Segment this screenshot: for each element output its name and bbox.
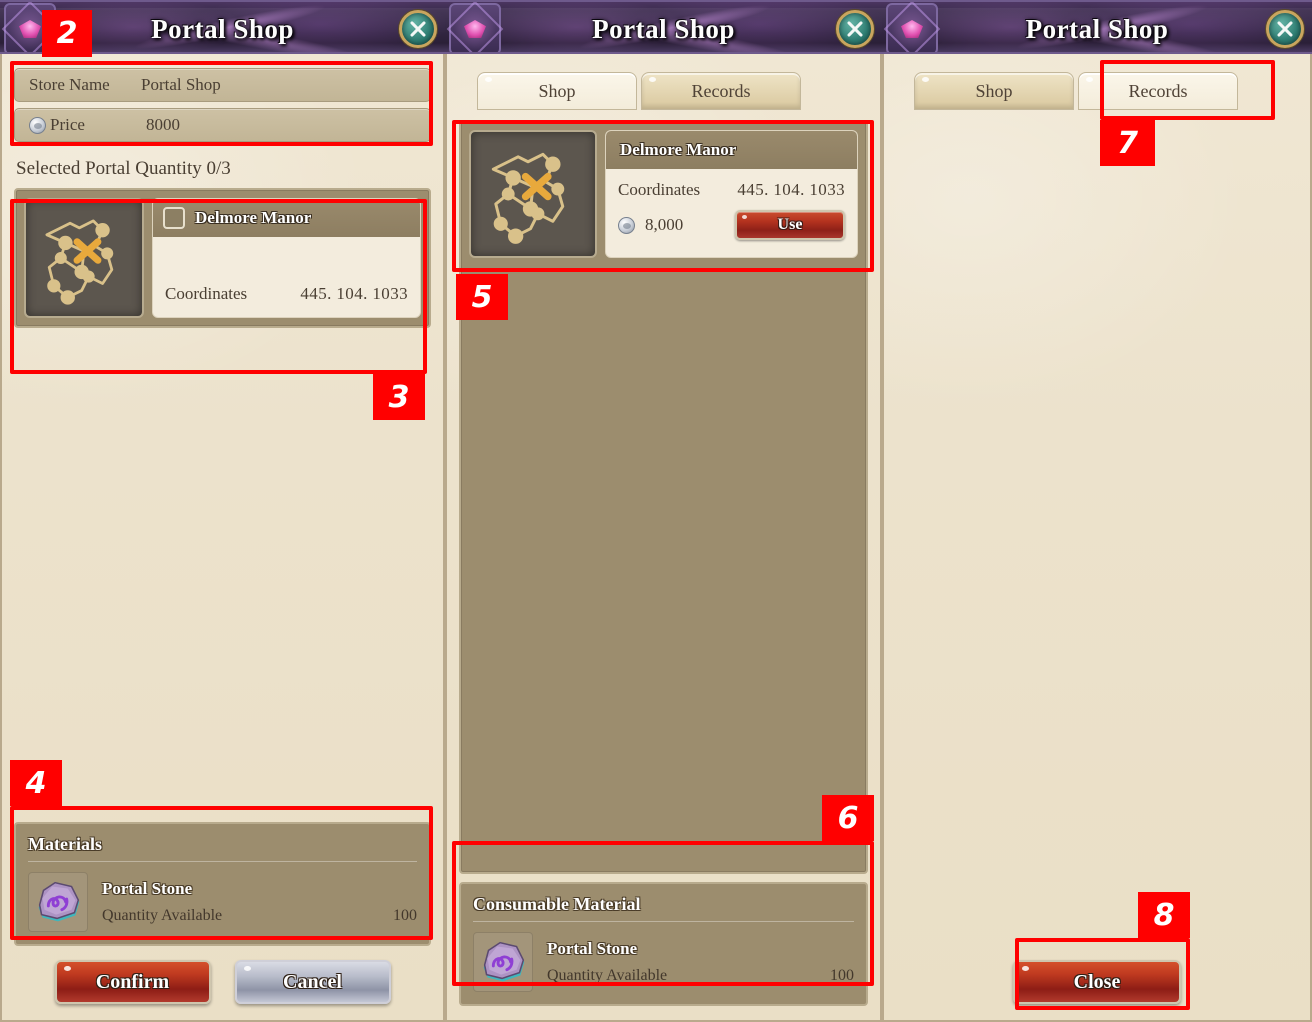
info-row-price: Price 8000 [14, 108, 431, 142]
portal-list-box: Delmore Manor Coordinates 445. 104. 1033… [459, 120, 868, 874]
list-item[interactable]: Delmore Manor Coordinates 445. 104. 1033… [469, 130, 858, 258]
window-body: Shop Records Delmore Manor Coordinates 4… [445, 54, 882, 1022]
footer-buttons: Confirm Cancel [14, 946, 431, 1020]
quantity-value: 100 [393, 907, 417, 924]
cancel-button[interactable]: Cancel [234, 960, 391, 1004]
material-name: Portal Stone [547, 939, 638, 958]
entry-header: Delmore Manor [153, 199, 420, 237]
close-icon[interactable] [836, 10, 874, 48]
info-label: Store Name [29, 75, 110, 94]
confirm-button[interactable]: Confirm [54, 960, 211, 1004]
page-title: Portal Shop [592, 13, 735, 44]
portal-name: Delmore Manor [620, 140, 737, 159]
portal-checkbox[interactable] [163, 207, 185, 229]
coordinates-label: Coordinates [165, 284, 248, 303]
close-button[interactable]: Close [1013, 960, 1181, 1004]
close-icon[interactable] [399, 10, 437, 48]
map-thumbnail-icon [469, 130, 597, 258]
material-quantity-row: Quantity Available 100 [547, 959, 854, 985]
titlebar: Portal Shop [445, 0, 882, 54]
info-label: Price [50, 115, 85, 134]
list-item[interactable]: Delmore Manor Coordinates 445. 104. 1033 [24, 198, 421, 318]
portal-name: Delmore Manor [195, 208, 312, 227]
material-item[interactable]: Portal Stone Quantity Available 100 [28, 862, 417, 932]
quantity-value: 100 [830, 967, 854, 984]
window-portal-shop-list: Portal Shop Shop Records Delmore Manor C… [445, 0, 882, 1022]
map-thumbnail-icon [24, 198, 144, 318]
material-name: Portal Stone [102, 879, 193, 898]
use-button[interactable]: Use [735, 210, 845, 240]
currency-coin-icon [29, 116, 46, 134]
page-title: Portal Shop [1025, 13, 1169, 44]
window-portal-shop-records: Portal Shop Shop Records Close [882, 0, 1312, 1022]
tab-bar: Shop Records [914, 72, 1298, 110]
entry-rows: Coordinates 445. 104. 1033 8,000 Use [606, 169, 857, 257]
close-icon[interactable] [1266, 10, 1304, 48]
portal-stone-icon [28, 872, 88, 932]
materials-box: Materials Portal Stone Quantity Availabl… [14, 822, 431, 946]
titlebar: Portal Shop [882, 0, 1312, 54]
titlebar: Portal Shop [0, 0, 445, 54]
info-value: 8000 [146, 115, 180, 134]
materials-title: Materials [28, 832, 417, 862]
consumable-material-box: Consumable Material Portal Stone Quantit… [459, 882, 868, 1006]
records-empty-area [896, 120, 1298, 946]
page-title: Portal Shop [151, 13, 294, 44]
portal-stone-icon [473, 932, 533, 992]
material-text: Portal Stone Quantity Available 100 [102, 879, 417, 925]
entry-rows: Coordinates 445. 104. 1033 [153, 237, 420, 317]
material-text: Portal Stone Quantity Available 100 [547, 939, 854, 985]
window-portal-shop-buy: Portal Shop Store Name Portal Shop Price… [0, 0, 445, 1022]
tab-bar: Shop Records [477, 72, 868, 110]
price-value: 8,000 [645, 215, 684, 234]
tab-shop[interactable]: Shop [914, 72, 1074, 110]
window-body: Shop Records Close [882, 54, 1312, 1022]
quantity-label: Quantity Available [547, 967, 668, 984]
entry-info: Delmore Manor Coordinates 445. 104. 1033 [152, 198, 421, 318]
screen-root: Portal Shop Store Name Portal Shop Price… [0, 0, 1312, 1022]
selected-quantity-label: Selected Portal Quantity 0/3 [16, 158, 231, 179]
currency-coin-icon [618, 216, 635, 234]
materials-title: Consumable Material [473, 892, 854, 922]
coordinates-label: Coordinates [618, 180, 701, 199]
footer-buttons: Close [896, 946, 1298, 1020]
portal-list-box: Delmore Manor Coordinates 445. 104. 1033 [14, 188, 431, 328]
coordinates-value: 445. 104. 1033 [300, 284, 408, 303]
quantity-label: Quantity Available [102, 907, 223, 924]
material-item[interactable]: Portal Stone Quantity Available 100 [473, 922, 854, 992]
tab-records[interactable]: Records [641, 72, 801, 110]
coordinates-value: 445. 104. 1033 [737, 180, 845, 199]
coordinates-row: Coordinates 445. 104. 1033 [165, 279, 408, 309]
info-row-store-name: Store Name Portal Shop [14, 68, 431, 102]
window-body: Store Name Portal Shop Price 8000 Select… [0, 54, 445, 1022]
price-row: 8,000 Use [618, 205, 845, 245]
tab-records[interactable]: Records [1078, 72, 1238, 110]
store-info-list: Store Name Portal Shop Price 8000 [14, 68, 431, 142]
entry-info: Delmore Manor Coordinates 445. 104. 1033… [605, 130, 858, 258]
coordinates-row: Coordinates 445. 104. 1033 [618, 175, 845, 205]
material-quantity-row: Quantity Available 100 [102, 899, 417, 925]
tab-shop[interactable]: Shop [477, 72, 637, 110]
info-value: Portal Shop [141, 75, 221, 94]
entry-header: Delmore Manor [606, 131, 857, 169]
